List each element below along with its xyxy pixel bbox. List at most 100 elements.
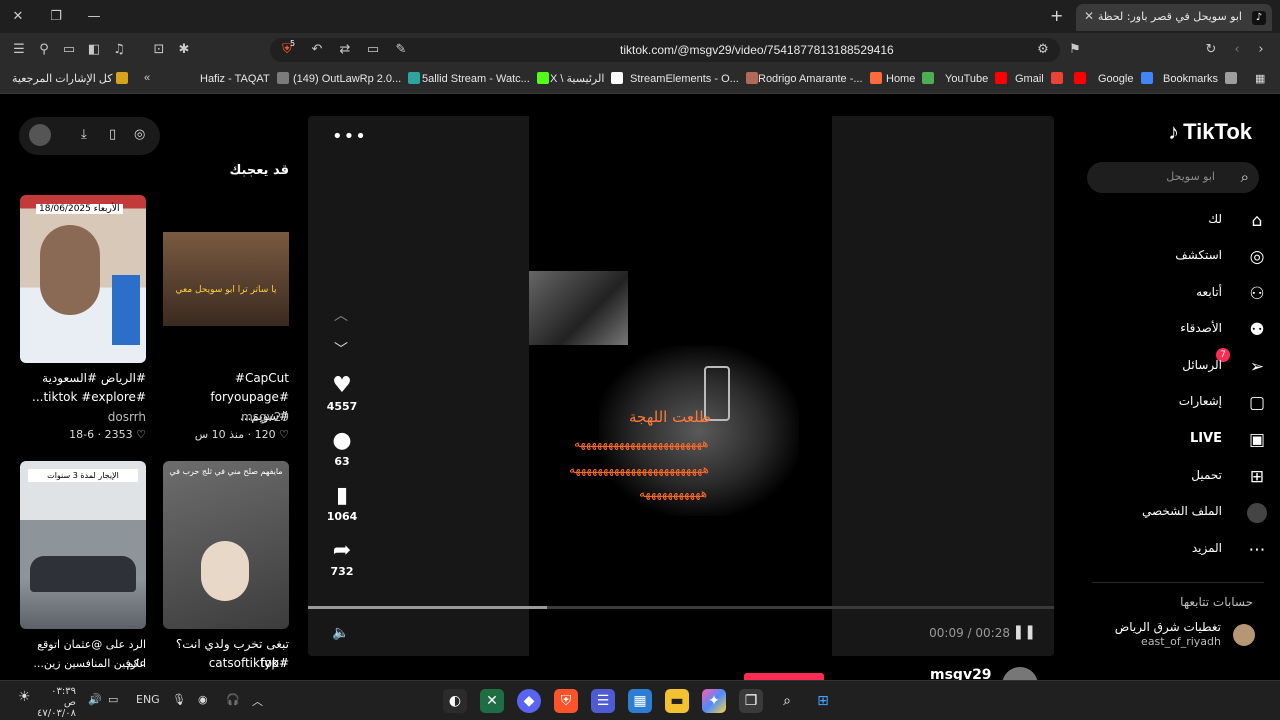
- volume-icon[interactable]: 🔈: [332, 625, 349, 641]
- cast-icon[interactable]: ▭: [364, 41, 382, 59]
- phone-icon[interactable]: ▯: [109, 127, 116, 142]
- microphone-icon[interactable]: 🎙: [172, 693, 186, 706]
- apps-grid-icon[interactable]: ▦: [1255, 72, 1265, 85]
- steam-icon[interactable]: ◉: [198, 693, 208, 706]
- store-icon[interactable]: ▦: [628, 689, 652, 713]
- bookmarks-overflow-icon[interactable]: «: [144, 72, 150, 84]
- avatar[interactable]: [29, 124, 51, 146]
- copilot-icon[interactable]: ✦: [702, 689, 726, 713]
- restore-window-icon[interactable]: ❐: [44, 6, 68, 28]
- reload-icon[interactable]: ↻: [1202, 41, 1220, 59]
- obs-icon[interactable]: ◐: [443, 689, 467, 713]
- music-icon[interactable]: ♫: [110, 41, 128, 59]
- chevron-up-icon[interactable]: ︿: [252, 693, 263, 709]
- volume-icon[interactable]: 🔊: [88, 693, 102, 706]
- bookmark-icon[interactable]: ⚑: [1066, 41, 1084, 59]
- bookmark-gmail[interactable]: Gmail: [1015, 72, 1063, 85]
- menu-icon[interactable]: ☰: [10, 41, 28, 59]
- save-button[interactable]: ▮ 1064: [322, 483, 362, 523]
- heart-icon: ♥: [332, 373, 352, 398]
- more-options-icon[interactable]: •••: [332, 126, 367, 147]
- download-icon[interactable]: ⤓: [81, 127, 87, 142]
- bookmark-label: YouTube: [945, 73, 989, 85]
- bookmark-x[interactable]: X \ الرئيسية: [550, 72, 624, 85]
- bookmark-hafiz[interactable]: Hafiz - TAQAT: [200, 72, 289, 85]
- video-player[interactable]: ••• طلعت اللهجة هههههههههههههههههههههههه…: [308, 116, 1054, 656]
- bookmark-google[interactable]: Google: [1098, 72, 1153, 85]
- search-placeholder: ابو سويحل: [1166, 170, 1215, 183]
- chevron-down-icon[interactable]: ﹀: [334, 339, 348, 359]
- nav-messages[interactable]: ➢ 7 الرسائل: [1090, 348, 1270, 382]
- bookmark-outlaw[interactable]: (149) OutLawRp 2.0...: [293, 72, 421, 85]
- pen-icon[interactable]: ✎: [392, 41, 410, 59]
- video-caption-line: ههههههههههههههههههههههههه: [569, 462, 710, 476]
- sidebar-icon[interactable]: ◧: [85, 41, 103, 59]
- pin-icon[interactable]: ⚲: [35, 41, 53, 59]
- nav-upload[interactable]: ⊞ تحميل: [1090, 462, 1270, 492]
- nav-explore[interactable]: ◎ استكشف: [1090, 242, 1270, 272]
- nav-live[interactable]: ▣ LIVE: [1090, 425, 1270, 455]
- nav-for-you[interactable]: ⌂ لك: [1090, 206, 1270, 236]
- inbox-icon: ▢: [1248, 393, 1266, 413]
- language-indicator[interactable]: ENG: [136, 693, 160, 706]
- bookmark-5allid[interactable]: 5allid Stream - Watc...: [422, 72, 549, 85]
- following-account[interactable]: تغطيات شرق الرياض east_of_riyadh: [1095, 620, 1255, 650]
- compass-icon[interactable]: ◎: [134, 127, 145, 142]
- site-settings-icon[interactable]: ⚙: [1034, 41, 1052, 59]
- nav-more[interactable]: ⋯ المزيد: [1090, 535, 1270, 565]
- video-progress-bar[interactable]: [308, 606, 1054, 609]
- active-tab[interactable]: ابو سويحل في قصر باور: لحظة ♪ ✕: [1076, 4, 1272, 31]
- video-frame[interactable]: طلعت اللهجة هههههههههههههههههههههههه ههه…: [529, 116, 832, 656]
- url-text[interactable]: tiktok.com/@msgv29/video/754187781318852…: [620, 43, 894, 57]
- search-input[interactable]: ابو سويحل ⌕: [1087, 162, 1259, 193]
- comment-button[interactable]: ● 63: [322, 428, 362, 468]
- undo-icon[interactable]: ↶: [308, 41, 326, 59]
- bookmark-youtube[interactable]: YouTube: [945, 72, 1008, 85]
- tiktok-logo[interactable]: ♪ TikTok: [1168, 119, 1252, 145]
- task-view-icon[interactable]: ❐: [739, 689, 763, 713]
- windows-start-icon[interactable]: ⊞: [811, 689, 835, 713]
- author-avatar[interactable]: [1002, 667, 1038, 680]
- like-button[interactable]: ♥ 4557: [322, 373, 362, 413]
- headset-icon[interactable]: 🎧: [226, 693, 240, 706]
- tiktok-note-icon: ♪: [1168, 119, 1180, 144]
- bookmark-home[interactable]: Home: [886, 72, 935, 85]
- search-icon[interactable]: ⌕: [775, 689, 799, 713]
- weather-icon[interactable]: ☀: [18, 689, 31, 705]
- new-tab-icon[interactable]: +: [1050, 6, 1063, 25]
- nav-profile[interactable]: الملف الشخصي: [1090, 498, 1270, 528]
- nav-following[interactable]: ⚇ أتابعه: [1090, 279, 1270, 309]
- back-icon[interactable]: ‹: [1228, 41, 1246, 59]
- gmail-icon: [1050, 72, 1063, 84]
- clock[interactable]: ٠٣:٣٩ ص ٤٧/٠٣/٠٨: [36, 686, 76, 719]
- close-tab-icon[interactable]: ✕: [1084, 9, 1094, 23]
- nav-label: الأصدقاء: [1180, 321, 1222, 335]
- bookmark-youtube-2[interactable]: [1070, 72, 1086, 85]
- bookmark-streamelements[interactable]: StreamElements - O...: [630, 72, 758, 85]
- file-explorer-icon[interactable]: ▬: [665, 689, 689, 713]
- excel-icon[interactable]: ✕: [480, 689, 504, 713]
- teams-icon[interactable]: ☰: [591, 689, 615, 713]
- minimize-window-icon[interactable]: —: [82, 6, 106, 28]
- nav-notifications[interactable]: ▢ إشعارات: [1090, 388, 1270, 418]
- tabs-icon[interactable]: ▭: [60, 41, 78, 59]
- network-icon[interactable]: ▭: [108, 693, 118, 706]
- extensions-icon[interactable]: ✱: [175, 41, 193, 59]
- bookmark-all[interactable]: كل الإشارات المرجعية: [12, 72, 129, 85]
- bookmark-rodrigo[interactable]: Rodrigo Amarante -...: [758, 72, 882, 85]
- close-window-icon[interactable]: ✕: [6, 6, 30, 28]
- screenshot-icon[interactable]: ⊡: [150, 41, 168, 59]
- follow-button[interactable]: [744, 673, 824, 680]
- chevron-up-icon[interactable]: ︿: [334, 305, 348, 325]
- share-button[interactable]: ➦ 732: [322, 538, 362, 578]
- pause-icon[interactable]: ❚❚: [1013, 624, 1036, 640]
- video-author[interactable]: msgv29: [930, 667, 992, 680]
- search-icon[interactable]: ⌕: [1241, 168, 1249, 186]
- translate-icon[interactable]: ⇄: [336, 41, 354, 59]
- discord-icon[interactable]: ◆: [517, 689, 541, 713]
- forward-icon[interactable]: ›: [1252, 41, 1270, 59]
- nav-friends[interactable]: ⚉ الأصدقاء: [1090, 315, 1270, 345]
- bookmark-bookmarks[interactable]: Bookmarks: [1163, 72, 1238, 85]
- brave-icon[interactable]: ⛨: [554, 689, 578, 713]
- bookmark-label: Google: [1098, 73, 1134, 85]
